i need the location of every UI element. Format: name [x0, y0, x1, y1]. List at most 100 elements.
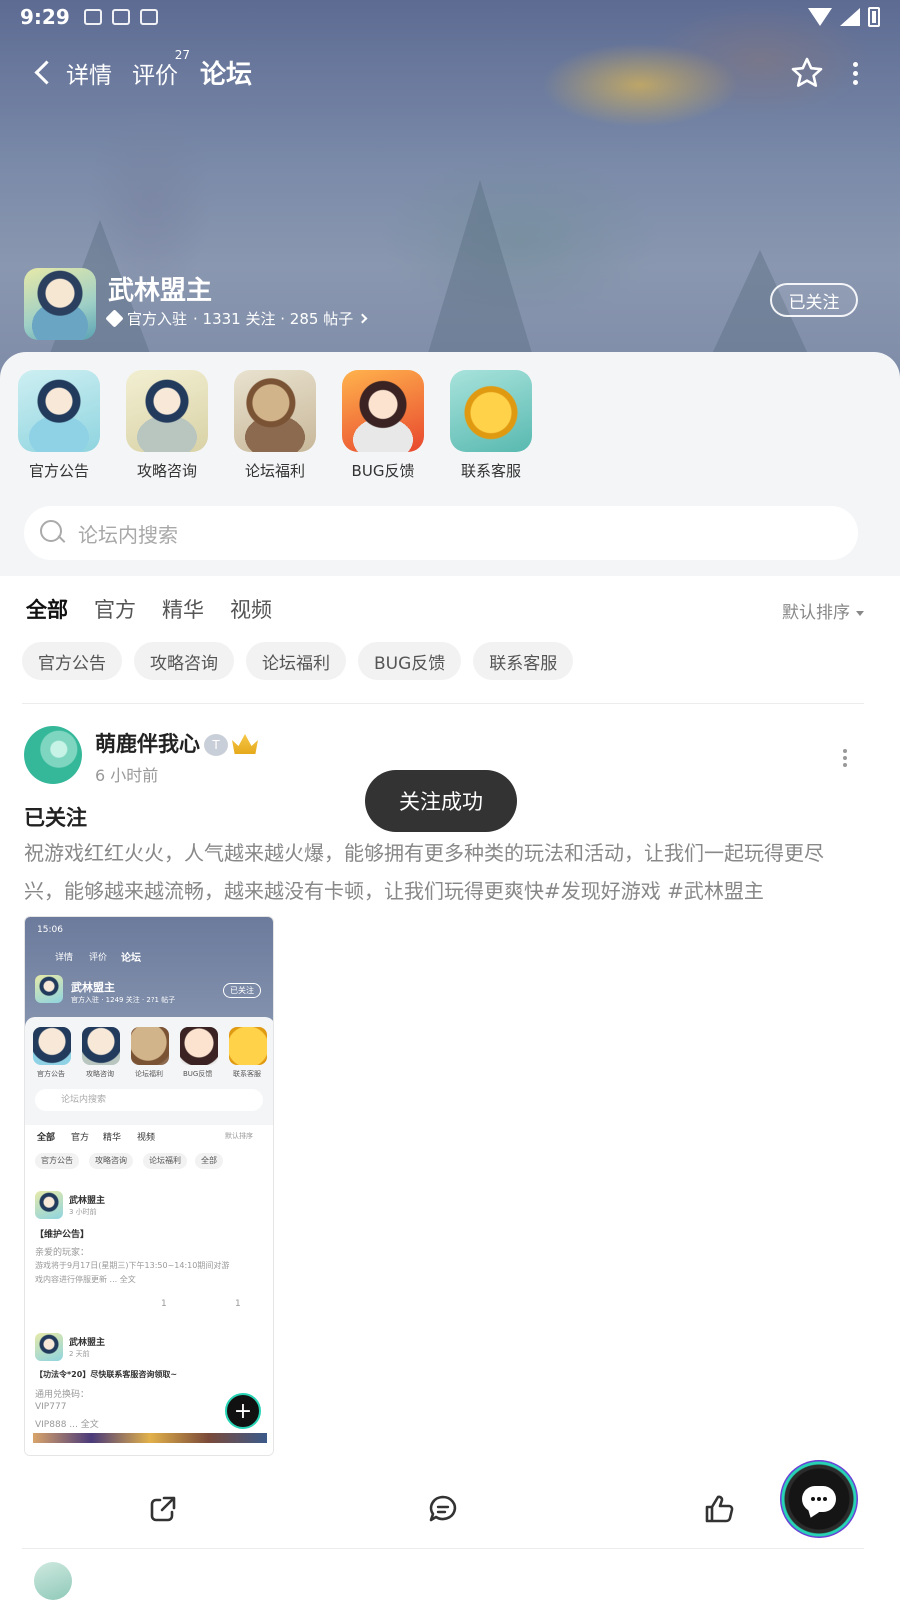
search-placeholder: 论坛内搜索 — [78, 522, 178, 547]
chip-benefits[interactable]: 论坛福利 — [246, 642, 346, 680]
tab-reviews[interactable]: 评价 27 — [132, 48, 190, 90]
follow-button[interactable]: 已关注 — [770, 283, 858, 317]
chip-bug[interactable]: BUG反馈 — [358, 642, 462, 680]
top-navigation: 详情 评价 27 论坛 — [0, 48, 900, 96]
image-tab: 详情 — [55, 953, 74, 963]
feed-tab-video[interactable]: 视频 — [230, 594, 272, 624]
image-game-icon — [35, 975, 63, 1003]
category-label: 论坛福利 — [244, 462, 305, 480]
post-feed: 全部 官方 精华 视频 默认排序 官方公告 攻略咨询 论坛福利 BUG反馈 联系… — [0, 576, 900, 1600]
tab-details-label: 详情 — [66, 63, 112, 89]
post-card[interactable]: 萌鹿伴我心 T 6 小时前 已关注 祝游戏红红火火，人气越来越火爆，能够拥有更多… — [0, 716, 900, 1536]
status-bar: 9:29 — [0, 0, 900, 34]
verified-diamond-icon — [105, 309, 124, 328]
category-customer-service[interactable]: 联系客服 — [450, 370, 532, 490]
feed-tab-official[interactable]: 官方 — [94, 594, 136, 624]
image-post-title: 【维护公告】 — [35, 1230, 90, 1240]
image-game-title: 武林盟主 — [71, 981, 115, 994]
category-official-announcement[interactable]: 官方公告 — [18, 370, 100, 490]
post-more-icon[interactable] — [838, 746, 852, 770]
image-notification-icon — [83, 9, 102, 25]
image-cat-icon — [131, 1027, 169, 1065]
comment-icon[interactable] — [428, 1494, 458, 1524]
star-outline-icon[interactable] — [790, 56, 824, 90]
strategy-category-icon — [126, 370, 208, 452]
divider — [22, 703, 864, 704]
image-post-user: 武林盟主 — [69, 1196, 106, 1206]
tab-forum[interactable]: 论坛 — [197, 54, 255, 91]
signal-icon — [840, 8, 860, 26]
image-search: 论坛内搜索 — [35, 1089, 263, 1111]
image-sort: 默认排序 — [225, 1132, 253, 1140]
image-status-time: 15:06 — [37, 925, 63, 935]
back-icon[interactable] — [28, 58, 58, 88]
post-actions — [0, 1480, 900, 1542]
status-time: 9:29 — [20, 5, 70, 29]
filter-chips: 官方公告 攻略咨询 论坛福利 BUG反馈 联系客服 — [22, 642, 574, 680]
category-label: 官方公告 — [28, 462, 89, 480]
feed-tab-featured[interactable]: 精华 — [162, 594, 204, 624]
image-cat-label: 攻略咨询 — [86, 1070, 114, 1078]
image-system-nav — [25, 1443, 273, 1455]
category-bug-report[interactable]: BUG反馈 — [342, 370, 424, 490]
category-label: BUG反馈 — [351, 462, 415, 480]
image-chip: 论坛福利 — [143, 1153, 187, 1169]
game-meta[interactable]: 官方入驻 · 1331 关注 · 285 帖子 — [105, 308, 368, 329]
image-post-avatar — [35, 1333, 63, 1361]
image-cat-icon — [33, 1027, 71, 1065]
image-tab: 评价 — [89, 953, 108, 963]
toast-follow-success: 关注成功 — [365, 770, 517, 832]
avatar[interactable] — [24, 726, 82, 784]
chevron-right-icon — [357, 313, 368, 324]
forum-page: 9:29 详情 评价 27 论坛 武林盟主 官方入驻 · 1331 关注 · 28… — [0, 0, 900, 1600]
post-username[interactable]: 萌鹿伴我心 — [95, 728, 200, 758]
image-chip: 全部 — [195, 1153, 223, 1169]
image-feed-tab: 官方 — [71, 1133, 90, 1143]
image-post-line: VIP888 ... 全文 — [35, 1420, 99, 1430]
search-input[interactable]: 论坛内搜索 — [24, 506, 858, 560]
divider — [22, 1548, 864, 1549]
notification-icons — [83, 9, 158, 25]
game-icon[interactable] — [24, 268, 96, 340]
category-label: 攻略咨询 — [136, 462, 197, 480]
more-vertical-icon[interactable] — [845, 58, 865, 88]
image-post-line: 通用兑换码： — [35, 1390, 90, 1400]
category-strategy[interactable]: 攻略咨询 — [126, 370, 208, 490]
image-cat-label: 联系客服 — [233, 1070, 261, 1078]
sort-dropdown[interactable]: 默认排序 — [782, 598, 864, 623]
chip-strategy[interactable]: 攻略咨询 — [134, 642, 234, 680]
image-follow: 已关注 — [223, 983, 261, 998]
image-tab: 论坛 — [121, 953, 141, 964]
image-cat-label: 官方公告 — [37, 1070, 65, 1078]
image-post-title: 【功法令*20】尽快联系客服咨询领取~ — [35, 1370, 178, 1379]
post-time: 6 小时前 — [95, 766, 159, 785]
image-like-count: 1 — [235, 1299, 241, 1309]
next-post-avatar[interactable] — [34, 1562, 72, 1600]
feed-tab-all[interactable]: 全部 — [26, 594, 68, 626]
chip-announcement[interactable]: 官方公告 — [22, 642, 122, 680]
post-title: 已关注 — [24, 806, 87, 830]
image-post-time: 2 天前 — [69, 1350, 90, 1358]
game-stats: · 1331 关注 · 285 帖子 — [193, 310, 354, 328]
image-cat-icon — [180, 1027, 218, 1065]
thumbs-up-icon[interactable] — [704, 1494, 734, 1524]
category-benefits[interactable]: 论坛福利 — [234, 370, 316, 490]
image-feed-tab: 精华 — [103, 1133, 122, 1143]
crown-icon — [232, 734, 258, 754]
image-post-line: 亲爱的玩家： — [35, 1248, 90, 1258]
tab-details[interactable]: 详情 — [66, 56, 112, 90]
image-cat-icon — [82, 1027, 120, 1065]
image-feed-tab: 视频 — [137, 1133, 156, 1143]
image-plus-icon: + — [225, 1393, 261, 1429]
post-body: 祝游戏红红火火，人气越来越火爆，能够拥有更多种类的玩法和活动，让我们一起玩得更尽… — [24, 841, 824, 903]
battery-icon — [868, 7, 880, 27]
chat-bubble-icon[interactable] — [780, 1460, 858, 1538]
image-post-line: 游戏将于9月17日(星期三)下午13:50~14:10期间对游 — [35, 1261, 230, 1270]
post-image[interactable]: 15:06 详情 评价 论坛 武林盟主 官方入驻 · 1249 关注 · 2?1… — [24, 916, 274, 1456]
image-comment-count: 1 — [161, 1299, 167, 1309]
image-feed-tab: 全部 — [37, 1133, 56, 1143]
category-label: 联系客服 — [460, 462, 521, 480]
share-icon[interactable] — [148, 1494, 178, 1524]
image-cat-icon — [229, 1027, 267, 1065]
chip-service[interactable]: 联系客服 — [473, 642, 574, 680]
